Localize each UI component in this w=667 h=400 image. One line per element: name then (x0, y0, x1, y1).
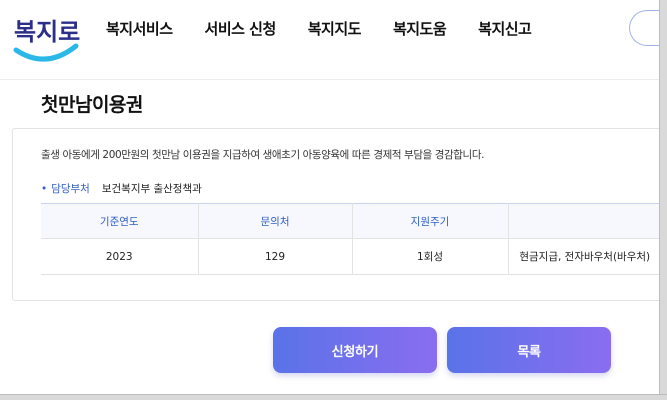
table-cell-method: 현금지급, 전자바우처(바우처) (508, 238, 661, 275)
logo-smile (13, 43, 79, 62)
logo-text: 복지로 (14, 18, 80, 46)
table-cell-cycle: 1회성 (352, 238, 509, 275)
table-header-cycle: 지원주기 (352, 203, 509, 239)
window-right-edge (659, 0, 667, 400)
department-label: • 담당부처 (41, 183, 90, 195)
app-window: 복지로 복지서비스 서비스 신청 복지지도 복지도움 복지신고 첫만남이용권 출… (0, 0, 667, 400)
nav-welfare-services[interactable]: 복지서비스 (106, 18, 173, 39)
service-info-table: 기준연도 문의처 지원주기 2023 129 1회성 현금지급, 전자바우처(바… (41, 203, 661, 275)
table-cell-contact: 129 (198, 238, 353, 275)
table-header-row: 기준연도 문의처 지원주기 (41, 203, 661, 239)
header-round-button[interactable] (629, 10, 659, 46)
apply-button[interactable]: 신청하기 (273, 327, 437, 373)
nav-service-application[interactable]: 서비스 신청 (205, 18, 277, 39)
bullet-icon: • (41, 183, 48, 195)
table-header-method (508, 203, 661, 239)
table-header-year: 기준연도 (41, 203, 199, 239)
site-header: 복지로 복지서비스 서비스 신청 복지지도 복지도움 복지신고 (0, 0, 659, 80)
table-row: 2023 129 1회성 현금지급, 전자바우처(바우처) (41, 238, 661, 275)
nav-welfare-help[interactable]: 복지도움 (393, 18, 447, 39)
main-nav: 복지서비스 서비스 신청 복지지도 복지도움 복지신고 (106, 18, 563, 39)
bokjiro-logo[interactable]: 복지로 (10, 6, 80, 68)
service-description: 출생 아동에게 200만원의 첫만남 이용권을 지급하여 생애초기 아동양육에 … (41, 149, 485, 161)
table-header-contact: 문의처 (198, 203, 353, 239)
page-title: 첫만남이용권 (41, 94, 143, 116)
nav-welfare-report[interactable]: 복지신고 (478, 18, 532, 39)
department-row: • 담당부처 보건복지부 출산정책과 (41, 181, 202, 196)
list-button[interactable]: 목록 (447, 327, 611, 373)
table-cell-year: 2023 (41, 238, 199, 275)
department-label-text: 담당부처 (51, 183, 90, 195)
window-bottom-edge (0, 394, 667, 400)
department-value: 보건복지부 출산정책과 (101, 183, 202, 195)
nav-welfare-map[interactable]: 복지지도 (308, 18, 362, 39)
